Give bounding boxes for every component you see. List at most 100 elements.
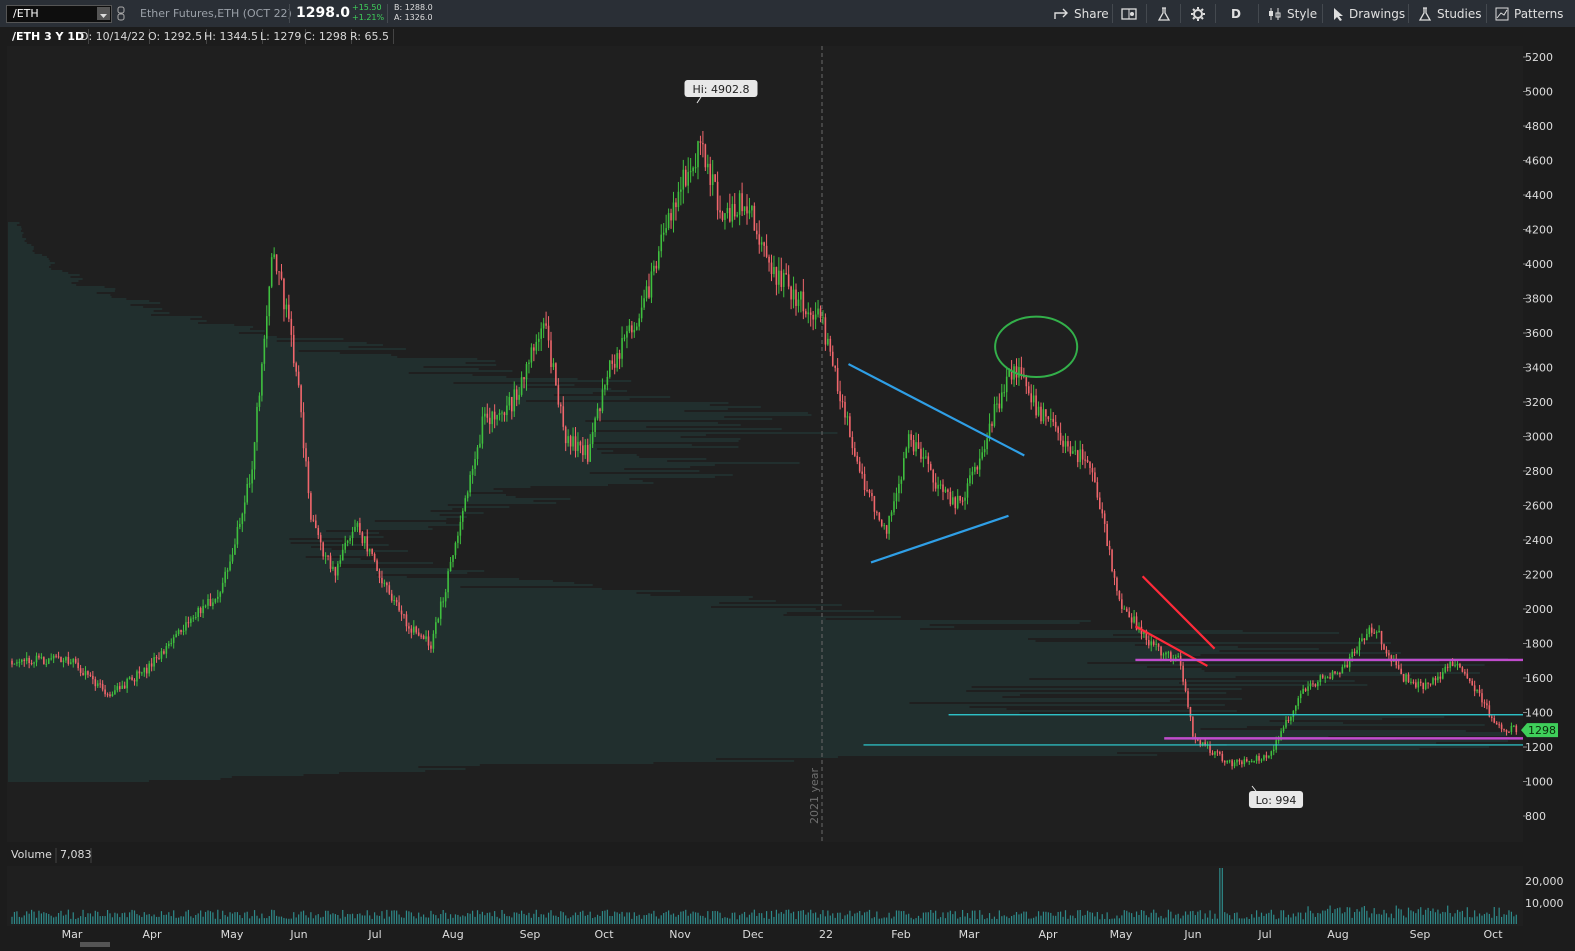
settings-button[interactable] (1190, 0, 1211, 27)
volume-profile-row (8, 400, 527, 402)
candle-body (422, 635, 425, 639)
volume-bar (1476, 916, 1478, 924)
chart-canvas[interactable]: 2021 year Hi: 4902.8Lo: 994 800100012001… (0, 0, 1575, 951)
volume-bar (1057, 911, 1059, 924)
flask-button[interactable] (1156, 0, 1177, 27)
volume-profile-row (8, 412, 808, 414)
candle-body (1427, 682, 1429, 684)
volume-bar (952, 914, 954, 924)
patterns-button[interactable]: Patterns (1495, 0, 1563, 27)
symbol-input[interactable]: /ETH (6, 5, 112, 23)
candle-body (57, 656, 60, 658)
volume-bar (636, 915, 638, 924)
candle-body (444, 592, 447, 602)
candle-body (481, 416, 484, 444)
candle-body (1444, 666, 1447, 673)
volume-bar (398, 914, 400, 924)
volume-bar (1148, 917, 1150, 924)
volume-profile-row (8, 500, 534, 502)
volume-bar (26, 911, 28, 924)
volume-bar (645, 914, 648, 924)
volume-bar (148, 914, 150, 924)
time-scrollbar[interactable] (80, 942, 110, 947)
share-button[interactable]: Share (1053, 0, 1109, 27)
time-tick-label: Nov (669, 928, 691, 941)
candle-body (1108, 545, 1111, 550)
candle-body (359, 523, 361, 533)
candle-body (50, 658, 52, 660)
volume-bar (271, 909, 273, 924)
volume-bar (1385, 913, 1388, 924)
drawings-button[interactable]: Drawings (1332, 0, 1405, 27)
candle-body (1397, 665, 1400, 669)
volume-bar (1442, 911, 1444, 924)
volume-bar (227, 916, 229, 924)
candle-body (1148, 639, 1150, 646)
volume-bar (327, 910, 329, 924)
price-axis[interactable]: 8001000120014001600180020002200240026002… (1521, 51, 1558, 823)
volume-bar (276, 915, 278, 924)
volume-bar (119, 917, 121, 924)
link-icon[interactable] (115, 6, 127, 26)
percent-change: +1.21% (352, 13, 385, 22)
volume-bar (454, 914, 457, 924)
candle-body (589, 444, 591, 462)
volume-profile-row (8, 650, 1220, 652)
volume-bar (829, 915, 831, 924)
volume-profile-row (8, 406, 761, 408)
volume-bar (513, 912, 515, 924)
candle-body (435, 622, 437, 634)
volume-profile-row (8, 702, 910, 704)
studies-button[interactable]: Studies (1418, 0, 1482, 27)
candle-body (1167, 652, 1170, 654)
volume-profile-row (8, 330, 265, 332)
volume-bar (163, 914, 165, 924)
volume-profile-row (8, 314, 152, 316)
volume-bar (1104, 918, 1106, 924)
volume-bar (709, 919, 711, 924)
volume-bar (104, 916, 106, 924)
time-axis[interactable]: Mar Apr May Jun Jul Aug Sep Oct Nov Dec 22 Feb Mar Ap… (62, 928, 1504, 941)
candle-body (1334, 671, 1336, 674)
volume-bar (332, 913, 334, 924)
candle-body (1324, 677, 1326, 679)
volume-label: Volume (11, 848, 52, 861)
candle-body (986, 438, 988, 450)
time-tick-label: Jun (1183, 928, 1201, 941)
candle-body (1209, 744, 1211, 753)
candle-body (628, 325, 631, 332)
period-button[interactable]: D (1231, 0, 1241, 27)
volume-bar (18, 916, 20, 924)
volume-bar (1135, 911, 1138, 924)
volume-bar (633, 912, 635, 924)
candle-body (773, 267, 775, 274)
volume-bar (927, 912, 929, 924)
candle-body (469, 474, 471, 493)
layout-button[interactable] (1121, 0, 1142, 27)
volume-profile-row (8, 444, 692, 446)
volume-bar (40, 913, 42, 924)
volume-profile-row (8, 496, 516, 498)
volume-bar (1331, 913, 1334, 924)
volume-bar (403, 917, 405, 924)
volume-bar (675, 916, 677, 924)
volume-profile-row (8, 228, 22, 230)
candle-body (903, 458, 905, 480)
candle-body (841, 401, 844, 403)
candle-body (449, 561, 452, 572)
style-button[interactable]: Style (1268, 0, 1317, 27)
candle-body (180, 630, 182, 632)
candle-body (993, 404, 996, 426)
volume-bar (378, 915, 381, 924)
candle-body (126, 678, 128, 689)
volume-bar (890, 918, 893, 924)
volume-profile-row (8, 450, 614, 452)
volume-profile-row (8, 298, 127, 300)
volume-bar (413, 916, 415, 924)
candle-body (635, 326, 638, 330)
symbol-input-value: /ETH (13, 7, 39, 20)
symbol-dropdown-button[interactable] (97, 7, 110, 20)
candle-body (1214, 751, 1216, 755)
volume-bar (1358, 911, 1361, 924)
volume-profile-row (8, 618, 826, 620)
